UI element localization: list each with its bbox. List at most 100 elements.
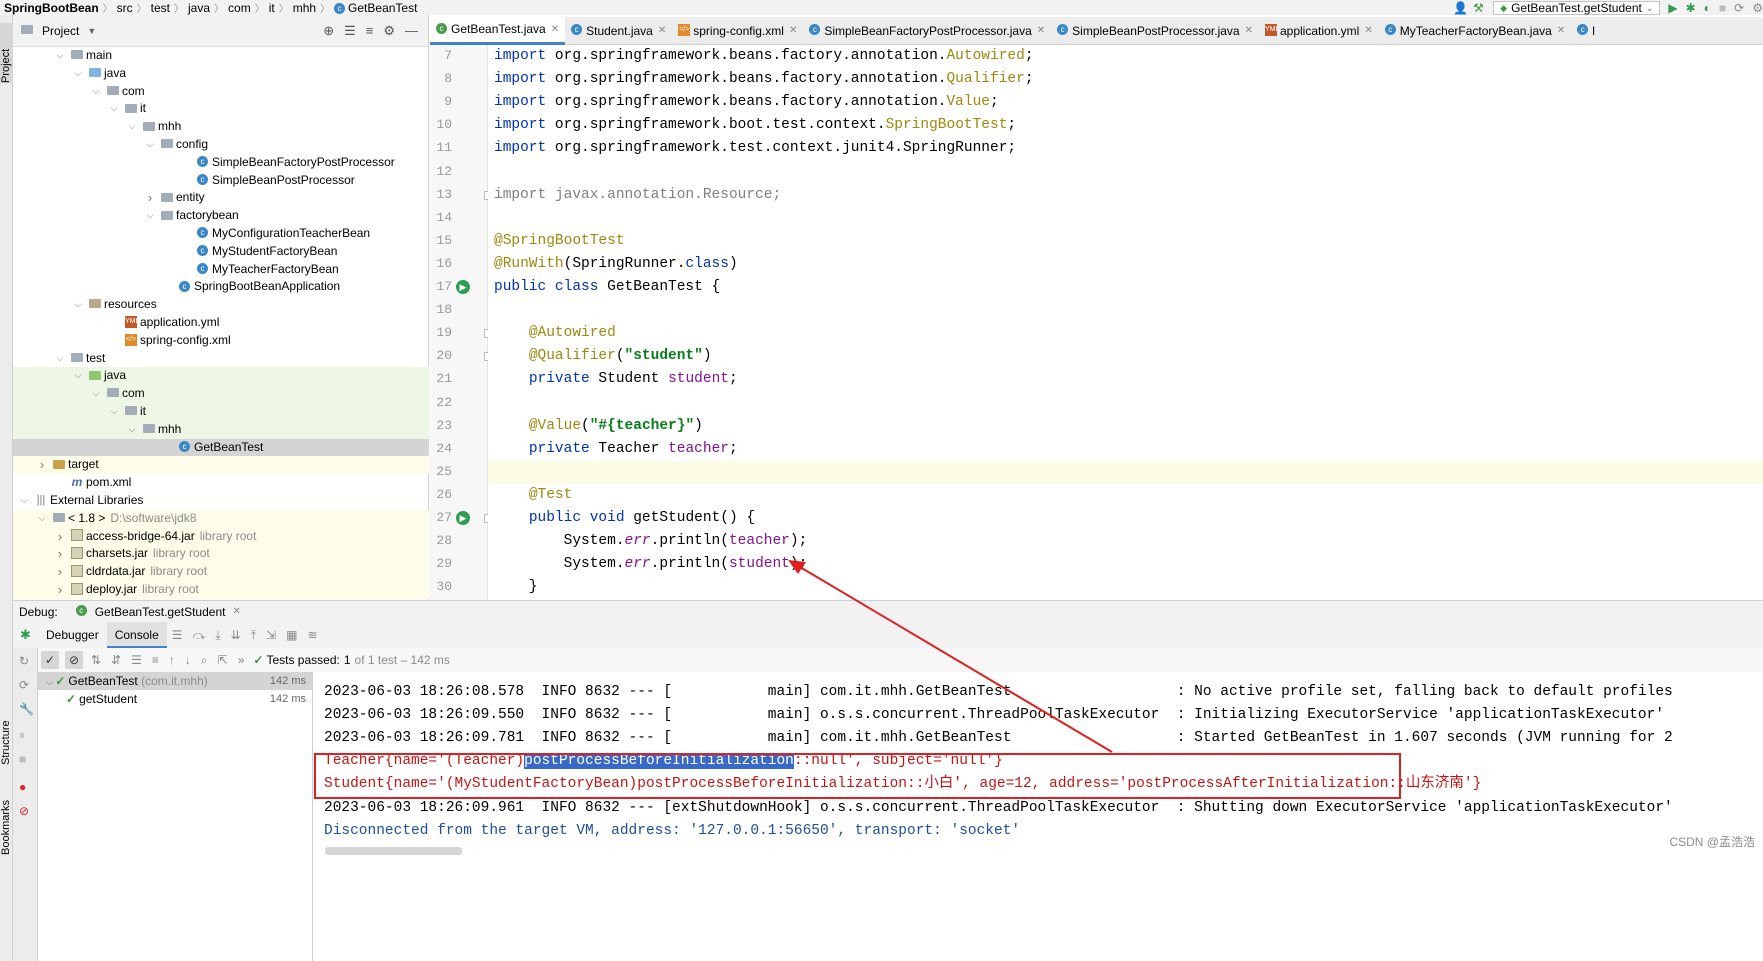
- sort-duration-icon[interactable]: ⇵: [111, 653, 121, 667]
- chevron-down-icon[interactable]: ⌵: [91, 385, 101, 403]
- force-step-into-icon[interactable]: ⇊: [231, 628, 241, 642]
- breadcrumb-item[interactable]: test: [147, 1, 174, 15]
- breadcrumb-item[interactable]: it: [265, 1, 279, 15]
- pause-icon[interactable]: ⏸: [19, 728, 25, 743]
- close-icon[interactable]: ✕: [1364, 25, 1372, 36]
- tree-node[interactable]: ⌵ com: [13, 83, 429, 101]
- step-out-icon[interactable]: ⤒: [251, 628, 256, 643]
- project-tool-tab[interactable]: Project: [0, 23, 13, 83]
- tree-node[interactable]: › deploy.jar library root: [13, 580, 429, 599]
- sort-alpha-icon[interactable]: ⇅: [91, 653, 101, 667]
- gear-icon[interactable]: ⚙: [383, 23, 395, 39]
- evaluate-icon[interactable]: ▦: [286, 628, 297, 642]
- close-icon[interactable]: ✕: [1557, 25, 1565, 36]
- tree-node[interactable]: </> spring-config.xml: [13, 332, 429, 350]
- tree-node[interactable]: ⌵ mhh: [13, 118, 429, 136]
- mute-breakpoints-icon[interactable]: ⊘: [19, 804, 29, 818]
- resume-icon[interactable]: ⟳: [19, 678, 29, 692]
- test-tree-node[interactable]: ⌵ ✓ GetBeanTest (com.it.mhh) 142 ms: [38, 672, 312, 690]
- close-icon[interactable]: ✕: [1037, 25, 1045, 36]
- tree-node[interactable]: ⌵ it: [13, 100, 429, 118]
- breadcrumb-item[interactable]: com: [224, 1, 255, 15]
- tree-node[interactable]: c SimpleBeanFactoryPostProcessor: [13, 154, 429, 172]
- breadcrumb-item[interactable]: java: [184, 1, 214, 15]
- console-horizontal-scrollbar[interactable]: [325, 847, 462, 855]
- tree-node[interactable]: m pom.xml: [13, 474, 429, 492]
- stop-debug-icon[interactable]: ■: [19, 752, 26, 766]
- show-passed-icon[interactable]: ✓: [41, 651, 59, 669]
- toolbar-extra-icon[interactable]: ⚙: [1752, 1, 1763, 15]
- tree-node[interactable]: ⌵ mhh: [13, 420, 429, 439]
- tab-debugger[interactable]: Debugger: [38, 622, 107, 648]
- next-failed-icon[interactable]: ↓: [185, 653, 191, 667]
- tree-node[interactable]: ⌵ resources: [13, 296, 429, 314]
- run-icon[interactable]: ▶: [1668, 1, 1677, 15]
- tree-node[interactable]: ⌵ factorybean: [13, 207, 429, 225]
- tree-node[interactable]: c MyConfigurationTeacherBean: [13, 225, 429, 243]
- expand-all-icon[interactable]: ☰: [344, 23, 356, 39]
- step-over-icon[interactable]: ⤼: [193, 628, 206, 643]
- chevron-down-icon[interactable]: ⌵: [127, 421, 137, 439]
- tree-node[interactable]: c SimpleBeanPostProcessor: [13, 172, 429, 190]
- tree-node[interactable]: › access-bridge-64.jar library root: [13, 527, 429, 546]
- debug-session-tab[interactable]: c GetBeanTest.getStudent ✕: [75, 605, 241, 619]
- trace-icon[interactable]: ≋: [307, 628, 317, 642]
- rerun-icon[interactable]: ↻: [19, 654, 29, 668]
- chevron-right-icon[interactable]: ›: [55, 581, 65, 599]
- editor-tab[interactable]: c GetBeanTest.java ✕: [430, 16, 566, 45]
- export-icon[interactable]: ⇱: [218, 653, 228, 667]
- run-config-select[interactable]: ◆ GetBeanTest.getStudent ⌄: [1493, 0, 1661, 15]
- close-icon[interactable]: ✕: [789, 25, 797, 36]
- editor-tab[interactable]: YML application.yml ✕: [1259, 17, 1379, 45]
- tree-node[interactable]: ⌵ main: [13, 47, 429, 65]
- chevron-down-icon[interactable]: ⌵: [19, 492, 29, 510]
- run-test-icon[interactable]: ▶: [456, 511, 470, 525]
- editor-tab[interactable]: c MyTeacherFactoryBean.java ✕: [1379, 17, 1571, 45]
- tree-node[interactable]: › entity: [13, 189, 429, 207]
- chevron-down-icon[interactable]: ⌵: [91, 83, 101, 101]
- locate-icon[interactable]: ⊕: [323, 23, 334, 39]
- run-test-icon[interactable]: ▶: [456, 280, 470, 294]
- chevron-down-icon[interactable]: ⌵: [55, 47, 65, 65]
- debug-icon[interactable]: ✱: [1686, 1, 1696, 15]
- chevron-right-icon[interactable]: ›: [37, 456, 47, 474]
- chevron-right-icon[interactable]: ›: [55, 528, 65, 546]
- editor-tab[interactable]: cl: [1571, 17, 1601, 45]
- console-output[interactable]: 2023-06-03 18:26:08.578 INFO 8632 --- [ …: [313, 672, 1763, 961]
- profile-icon[interactable]: ⟳: [1734, 1, 1744, 15]
- tree-node[interactable]: ⌵ < 1.8 > D:\software\jdk8: [13, 509, 429, 528]
- chevron-down-icon[interactable]: ⌵: [73, 367, 83, 385]
- bookmarks-tool-tab[interactable]: Bookmarks: [0, 785, 13, 855]
- test-tree-node[interactable]: ✓ getStudent 142 ms: [38, 690, 312, 708]
- menu-icon[interactable]: ☰: [172, 628, 183, 642]
- user-icon[interactable]: 👤: [1453, 2, 1468, 14]
- tree-node[interactable]: ⌵ java: [13, 65, 429, 83]
- tree-node[interactable]: ⌵ com: [13, 385, 429, 403]
- breakpoints-icon[interactable]: ●: [19, 780, 26, 794]
- tree-node[interactable]: c GetBeanTest: [13, 438, 429, 457]
- close-icon[interactable]: ✕: [1245, 25, 1253, 36]
- tree-node[interactable]: › charsets.jar library root: [13, 545, 429, 564]
- run-to-cursor-icon[interactable]: ⇲: [266, 628, 276, 642]
- tree-node[interactable]: › target: [13, 456, 429, 475]
- chevron-down-icon[interactable]: ⌵: [37, 510, 47, 528]
- expand-tests-icon[interactable]: ☰: [131, 653, 142, 667]
- close-icon[interactable]: ✕: [551, 24, 559, 35]
- tree-node[interactable]: c SpringBootBeanApplication: [13, 278, 429, 296]
- stop-icon[interactable]: ■: [1719, 1, 1726, 15]
- editor-tab[interactable]: c Student.java ✕: [565, 17, 672, 45]
- tree-node[interactable]: c MyStudentFactoryBean: [13, 243, 429, 261]
- chevron-right-icon[interactable]: ›: [55, 545, 65, 563]
- tree-node[interactable]: ⌵ it: [13, 402, 429, 421]
- show-ignored-icon[interactable]: ⊘: [65, 651, 83, 669]
- chevron-right-icon[interactable]: ›: [145, 189, 155, 207]
- tree-node[interactable]: c MyTeacherFactoryBean: [13, 261, 429, 279]
- tree-node[interactable]: YMLapplication.yml: [13, 314, 429, 332]
- chevron-down-icon[interactable]: ⌵: [127, 118, 137, 136]
- collapse-all-icon[interactable]: ≡: [366, 23, 374, 39]
- coverage-icon[interactable]: ◐: [1704, 1, 1711, 15]
- bug-icon[interactable]: ✱: [13, 627, 38, 643]
- prev-failed-icon[interactable]: ↑: [169, 653, 175, 667]
- close-icon[interactable]: ✕: [658, 25, 666, 36]
- tab-console[interactable]: Console: [106, 622, 167, 648]
